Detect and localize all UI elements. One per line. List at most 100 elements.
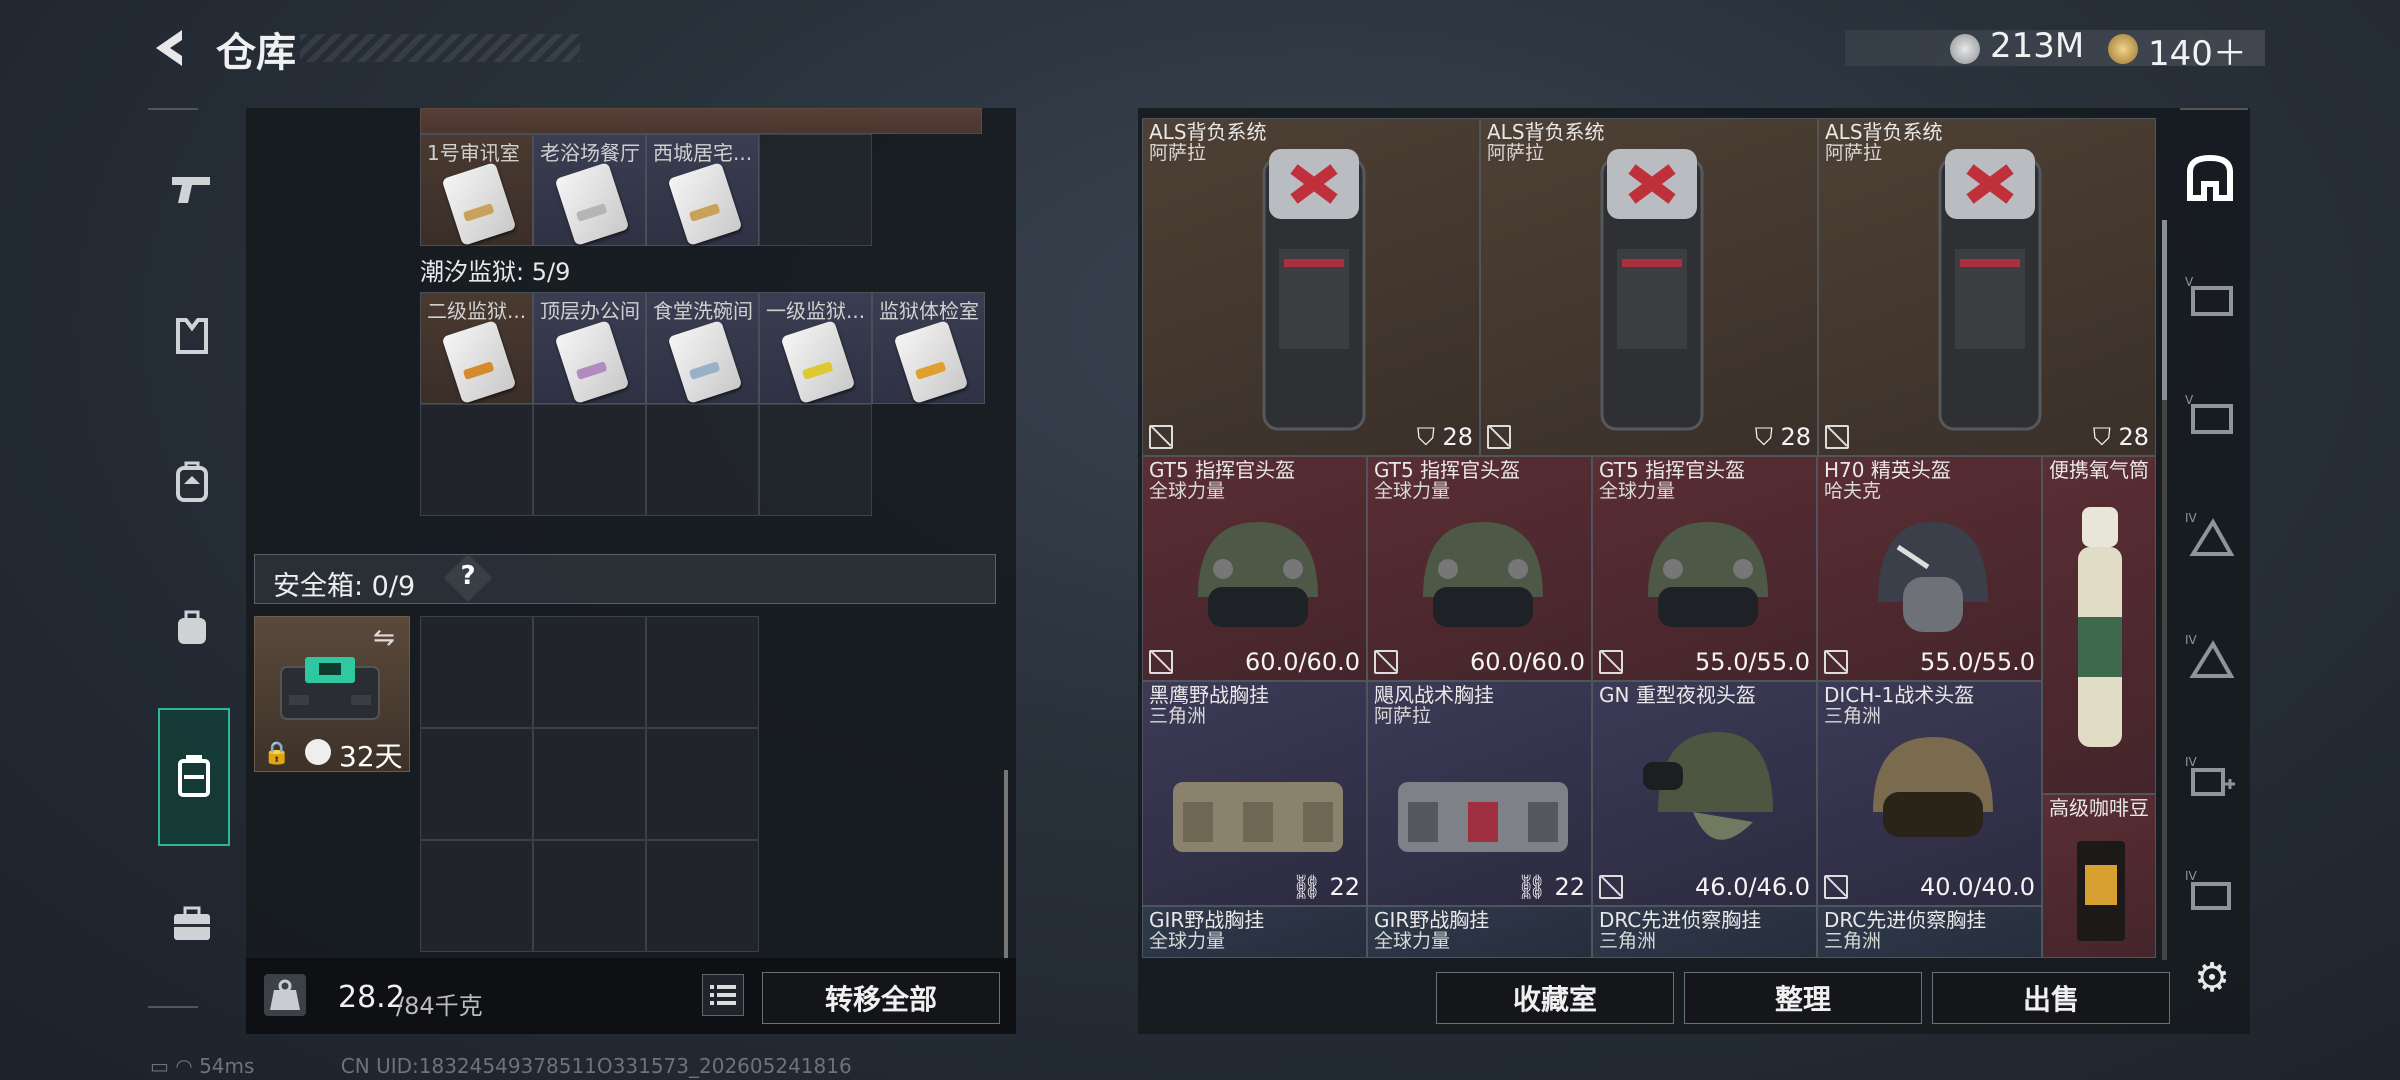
helmet-image [1198, 522, 1318, 627]
item-name: GT5 指挥官头盔 [1599, 458, 1746, 482]
item-chest-rig[interactable]: 飓风战术胸挂 阿萨拉 ⛓ 22 [1367, 681, 1592, 906]
keycard-slot[interactable]: 顶层办公间 [533, 292, 646, 404]
list-view-icon[interactable] [702, 974, 744, 1016]
weight-icon [264, 974, 306, 1016]
oxygen-tank-image [2078, 507, 2122, 747]
settings-gear-icon[interactable]: ⚙ [2182, 948, 2242, 1008]
storage-tab-4-icon[interactable]: IV [2180, 626, 2240, 686]
keycard-icon [893, 320, 969, 404]
small-backpack-icon[interactable] [164, 600, 220, 656]
keycard-slot[interactable]: 西城居宅... [646, 134, 759, 246]
item-name: 飓风战术胸挂 [1374, 683, 1494, 707]
empty-slot[interactable] [533, 840, 646, 952]
item-name: 高级咖啡豆 [2049, 796, 2149, 820]
no-trade-icon [1824, 650, 1848, 674]
item-chest-rig[interactable]: DRC先进侦察胸挂 三角洲 [1592, 906, 1817, 958]
item-chest-rig[interactable]: GIR野战胸挂 全球力量 [1367, 906, 1592, 958]
back-arrow-icon[interactable] [148, 26, 192, 70]
status-line: ▭ ◠ 54ms CN UID:18324549378511O331573_20… [150, 1054, 852, 1078]
item-source: 全球力量 [1374, 930, 1451, 952]
keycard-label: 一级监狱... [766, 299, 866, 323]
durability-value: 60.0/60.0 [1470, 648, 1585, 676]
storage-tab-5-icon[interactable]: IV [2180, 748, 2240, 808]
transfer-all-button[interactable]: 转移全部 [762, 972, 1000, 1024]
empty-slot[interactable] [646, 404, 759, 516]
item-helmet[interactable]: GT5 指挥官头盔 全球力量 60.0/60.0 [1367, 456, 1592, 681]
svg-text:IV: IV [2185, 755, 2198, 769]
empty-slot[interactable] [420, 404, 533, 516]
right-scrollbar[interactable] [2162, 220, 2167, 400]
item-coffee[interactable]: 高级咖啡豆 [2042, 794, 2156, 958]
item-chest-rig[interactable]: GIR野战胸挂 全球力量 [1142, 906, 1367, 958]
item-source: 全球力量 [1149, 930, 1226, 952]
keycard-label: 二级监狱... [427, 299, 527, 323]
safe-box-item[interactable]: ⇋ 🔒 32天 [254, 616, 410, 773]
keycard-slot[interactable]: 二级监狱... [420, 292, 533, 404]
storage-tab-3-icon[interactable]: IV [2180, 504, 2240, 564]
empty-slot[interactable] [646, 616, 759, 728]
item-helmet[interactable]: GT5 指挥官头盔 全球力量 60.0/60.0 [1142, 456, 1367, 681]
container-icon[interactable] [166, 748, 222, 804]
item-backpack[interactable]: ALS背负系统 阿萨拉 ⛉ 28 [1480, 118, 1818, 456]
item-source: 三角洲 [1149, 705, 1207, 727]
item-helmet[interactable]: DICH-1战术头盔 三角洲 40.0/40.0 [1817, 681, 2042, 906]
storage-tab-2-icon[interactable]: V [2180, 384, 2240, 444]
vest-icon[interactable] [164, 308, 220, 364]
keycard-slot[interactable]: 食堂洗碗间 [646, 292, 759, 404]
pistol-icon[interactable] [164, 162, 220, 218]
empty-slot[interactable] [646, 728, 759, 840]
item-chest-rig[interactable]: 黑鹰野战胸挂 三角洲 ⛓ 22 [1142, 681, 1367, 906]
durability-value: 40.0/40.0 [1920, 873, 2035, 901]
silver-currency-value: 213M [1990, 26, 2085, 66]
capacity-value: ⛓ 22 [1291, 873, 1360, 901]
no-trade-icon [1825, 425, 1849, 449]
battery-icon: ▭ [150, 1054, 169, 1078]
keycard-icon [554, 320, 630, 404]
collection-room-button[interactable]: 收藏室 [1436, 972, 1674, 1024]
empty-slot[interactable] [533, 728, 646, 840]
empty-slot[interactable] [420, 728, 533, 840]
empty-slot[interactable] [533, 616, 646, 728]
left-scrollbar[interactable] [1004, 770, 1008, 960]
organize-button[interactable]: 整理 [1684, 972, 1922, 1024]
empty-slot[interactable] [533, 404, 646, 516]
storage-tab-6-icon[interactable]: IV [2180, 862, 2240, 922]
storage-home-icon[interactable] [2180, 148, 2240, 208]
storage-tab-1-icon[interactable]: V [2180, 266, 2240, 326]
item-backpack[interactable]: ALS背负系统 阿萨拉 ⛉ 28 [1818, 118, 2156, 456]
swap-icon[interactable]: ⇋ [373, 623, 395, 653]
sell-button[interactable]: 出售 [1932, 972, 2170, 1024]
no-trade-icon [1149, 650, 1173, 674]
item-name: GN 重型夜视头盔 [1599, 683, 1756, 707]
page-title: 仓库 [216, 30, 296, 76]
item-source: 全球力量 [1149, 480, 1226, 502]
backpack-icon[interactable] [164, 454, 220, 510]
empty-slot[interactable] [759, 404, 872, 516]
keycard-slot[interactable]: 一级监狱... [759, 292, 872, 404]
item-helmet[interactable]: GT5 指挥官头盔 全球力量 55.0/55.0 [1592, 456, 1817, 681]
item-chest-rig[interactable]: DRC先进侦察胸挂 三角洲 [1817, 906, 2042, 958]
backpack-image [1600, 149, 1704, 431]
help-icon[interactable]: ? [455, 561, 481, 595]
empty-slot[interactable] [759, 134, 872, 246]
item-source: 全球力量 [1374, 480, 1451, 502]
item-source: 阿萨拉 [1825, 142, 1883, 164]
clock-icon [305, 739, 331, 765]
item-helmet[interactable]: GN 重型夜视头盔 46.0/46.0 [1592, 681, 1817, 906]
keycard-label: 1号审讯室 [427, 141, 520, 165]
empty-slot[interactable] [420, 616, 533, 728]
durability-value: 60.0/60.0 [1245, 648, 1360, 676]
item-oxygen-tank[interactable]: 便携氧气筒 [2042, 456, 2156, 794]
keycard-slot[interactable]: 老浴场餐厅 [533, 134, 646, 246]
item-name: GT5 指挥官头盔 [1374, 458, 1521, 482]
item-backpack[interactable]: ALS背负系统 阿萨拉 ⛉ 28 [1142, 118, 1480, 456]
item-helmet[interactable]: H70 精英头盔 哈夫克 55.0/55.0 [1817, 456, 2042, 681]
item-name: DRC先进侦察胸挂 [1824, 908, 1987, 932]
briefcase-icon[interactable] [164, 896, 220, 952]
empty-slot[interactable] [646, 840, 759, 952]
empty-slot[interactable] [420, 840, 533, 952]
keycard-slot[interactable]: 1号审讯室 [420, 134, 533, 246]
silver-coin-icon [1950, 34, 1980, 64]
coffee-bag-image [2077, 841, 2125, 941]
keycard-slot[interactable]: 监狱体检室 [872, 292, 985, 404]
